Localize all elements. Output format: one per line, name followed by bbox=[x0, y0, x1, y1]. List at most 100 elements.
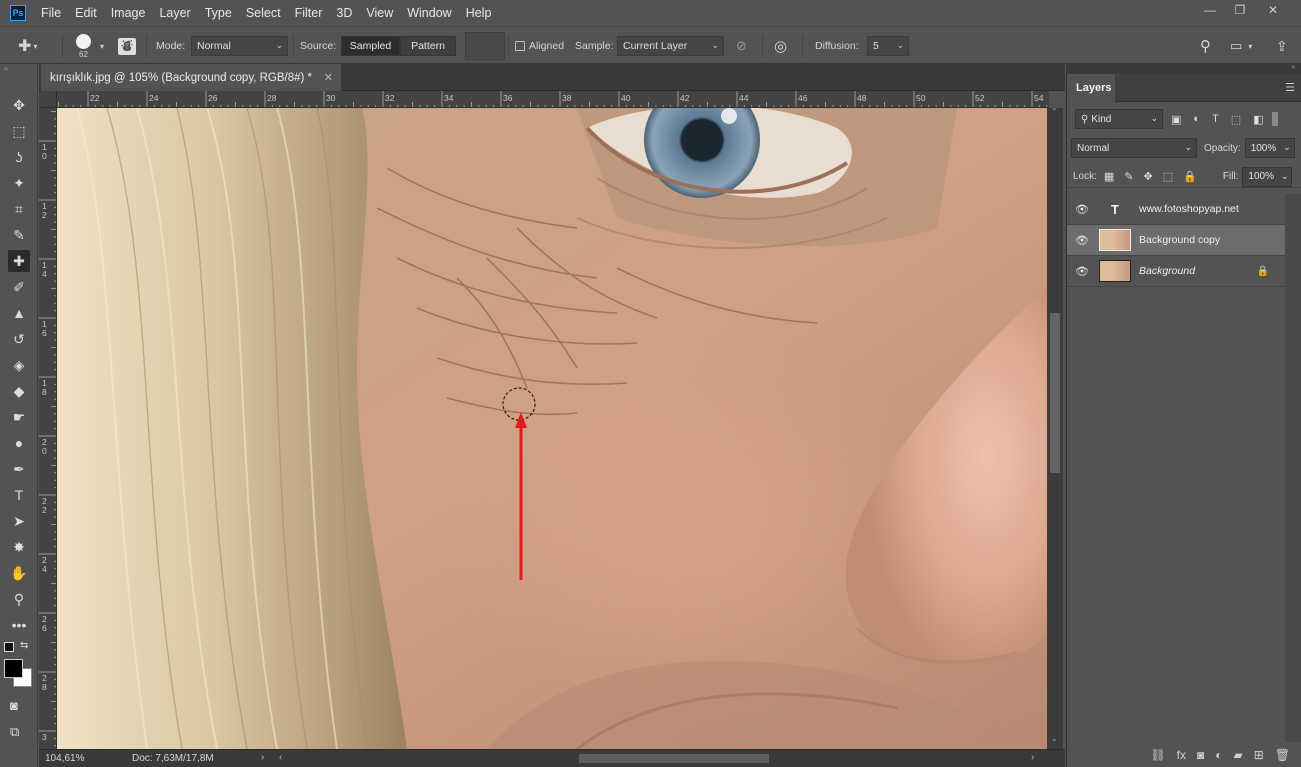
scroll-up-icon[interactable]: ⌃ bbox=[1051, 107, 1058, 116]
collapse-panel-icon[interactable]: » bbox=[1291, 64, 1295, 71]
menu-view[interactable]: View bbox=[359, 0, 400, 26]
mode-select[interactable]: Normal ⌄ bbox=[191, 36, 288, 56]
lasso-tool-icon[interactable]: ʖ bbox=[8, 146, 30, 168]
menu-filter[interactable]: Filter bbox=[288, 0, 330, 26]
eraser-icon[interactable]: ◈ bbox=[8, 354, 30, 376]
dodge-icon[interactable]: ● bbox=[8, 432, 30, 454]
diffusion-select[interactable]: 5 ⌄ bbox=[867, 36, 909, 56]
horizontal-ruler[interactable]: 22 24 26 28 30 32 34 36 38 40 42 44 46 48 50 52 54 bbox=[57, 91, 1049, 108]
history-brush-icon[interactable]: ↺ bbox=[8, 328, 30, 350]
menu-3d[interactable]: 3D bbox=[329, 0, 359, 26]
aligned-checkbox[interactable]: Aligned bbox=[515, 27, 564, 65]
brush-dropdown-icon[interactable]: ▾ bbox=[100, 27, 104, 65]
document-tab[interactable]: kırışıklık.jpg @ 105% (Background copy, … bbox=[41, 64, 341, 91]
scroll-left-icon[interactable]: ‹ bbox=[279, 752, 282, 763]
menu-window[interactable]: Window bbox=[400, 0, 458, 26]
panel-menu-icon[interactable]: ☰ bbox=[1285, 81, 1295, 94]
swap-colors-icon[interactable]: ⇆ bbox=[20, 640, 28, 651]
magic-wand-icon[interactable]: ✦ bbox=[8, 172, 30, 194]
vertical-scroll-thumb[interactable] bbox=[1050, 313, 1060, 473]
filter-smart-object-icon[interactable]: ◧ bbox=[1253, 113, 1263, 126]
clone-source-panel-icon[interactable]: ⛇ bbox=[118, 27, 136, 65]
eye-icon[interactable]: 👁 bbox=[1067, 234, 1097, 247]
layers-scrollbar[interactable] bbox=[1285, 194, 1301, 742]
filter-adjustment-icon[interactable]: ◐ bbox=[1193, 113, 1200, 126]
opacity-input[interactable]: 100% ⌄ bbox=[1244, 138, 1295, 158]
filter-pixel-icon[interactable]: ▣ bbox=[1171, 113, 1181, 126]
lock-transparent-icon[interactable]: ▦ bbox=[1104, 170, 1114, 183]
vertical-scrollbar[interactable]: ⌃ ⌄ bbox=[1047, 107, 1063, 749]
quick-mask-icon[interactable]: ◙ bbox=[10, 698, 18, 713]
source-sampled-button[interactable]: Sampled bbox=[341, 36, 400, 56]
source-pattern-button[interactable]: Pattern bbox=[400, 36, 456, 56]
crop-tool-icon[interactable]: ⌗ bbox=[8, 198, 30, 220]
lock-image-icon[interactable]: ✎ bbox=[1124, 170, 1133, 183]
layer-row[interactable]: 👁 Background 🔒 bbox=[1067, 256, 1285, 287]
layer-row[interactable]: 👁 Background copy bbox=[1067, 225, 1285, 256]
scroll-down-icon[interactable]: ⌄ bbox=[1051, 734, 1058, 743]
filter-kind-select[interactable]: ⚲ Kind ⌄ bbox=[1075, 109, 1163, 129]
link-icon[interactable]: ⛓ bbox=[1150, 748, 1165, 762]
lock-position-icon[interactable]: ✥ bbox=[1144, 170, 1153, 183]
foreground-color-swatch[interactable] bbox=[4, 659, 23, 678]
smudge-icon[interactable]: ☛ bbox=[8, 406, 30, 428]
more-tools-icon[interactable]: ••• bbox=[8, 614, 30, 636]
group-folder-icon[interactable]: ▰ bbox=[1233, 748, 1242, 762]
menu-type[interactable]: Type bbox=[198, 0, 239, 26]
blend-mode-select[interactable]: Normal ⌄ bbox=[1071, 138, 1197, 158]
lock-artboard-icon[interactable]: ⬚ bbox=[1163, 170, 1173, 183]
path-selection-icon[interactable]: ➤ bbox=[8, 510, 30, 532]
menu-image[interactable]: Image bbox=[104, 0, 153, 26]
search-icon[interactable]: ⚲ bbox=[1200, 27, 1211, 65]
fill-input[interactable]: 100% ⌄ bbox=[1242, 166, 1293, 187]
share-icon[interactable]: ⇪ bbox=[1276, 27, 1288, 65]
eye-icon[interactable]: 👁 bbox=[1067, 265, 1097, 278]
close-tab-icon[interactable]: ✕ bbox=[324, 71, 333, 84]
marquee-tool-icon[interactable]: ⬚ bbox=[8, 120, 30, 142]
collapse-toolbar-icon[interactable]: » bbox=[4, 66, 8, 73]
pen-tool-icon[interactable]: ✒ bbox=[8, 458, 30, 480]
eye-icon[interactable]: 👁 bbox=[1067, 203, 1097, 216]
fx-icon[interactable]: fx bbox=[1177, 748, 1186, 762]
mask-icon[interactable]: ◙ bbox=[1197, 748, 1204, 762]
custom-shape-icon[interactable]: ✸ bbox=[8, 536, 30, 558]
healing-brush-icon[interactable]: ✚ bbox=[8, 250, 30, 272]
trash-icon[interactable]: 🗑 bbox=[1275, 748, 1290, 762]
paint-bucket-icon[interactable]: ◆ bbox=[8, 380, 30, 402]
clone-stamp-icon[interactable]: ▲ bbox=[8, 302, 30, 324]
pattern-picker[interactable] bbox=[465, 32, 505, 60]
screen-mode-icon[interactable]: ⧉ bbox=[10, 724, 19, 740]
default-colors-icon[interactable] bbox=[4, 642, 14, 652]
zoom-level[interactable]: 104,61% bbox=[45, 753, 84, 764]
filter-shape-icon[interactable]: ⬚ bbox=[1231, 113, 1241, 126]
menu-select[interactable]: Select bbox=[239, 0, 288, 26]
vertical-ruler[interactable]: 1 0 1 2 1 4 1 6 1 8 2 0 2 2 2 4 2 6 2 8 3 bbox=[39, 108, 57, 749]
document-canvas[interactable] bbox=[57, 108, 1047, 749]
tab-layers[interactable]: Layers bbox=[1067, 74, 1115, 102]
zoom-tool-icon[interactable]: ⚲ bbox=[8, 588, 30, 610]
workspace-icon[interactable]: ▭ ▾ bbox=[1230, 27, 1252, 65]
hand-tool-icon[interactable]: ✋ bbox=[8, 562, 30, 584]
filter-toggle[interactable] bbox=[1271, 112, 1278, 126]
menu-layer[interactable]: Layer bbox=[152, 0, 197, 26]
ignore-adjustment-layers-icon[interactable]: ⊘ bbox=[736, 27, 747, 65]
menu-file[interactable]: File bbox=[34, 0, 68, 26]
lock-all-icon[interactable]: 🔒 bbox=[1183, 170, 1197, 183]
layer-row[interactable]: 👁 T www.fotoshopyap.net bbox=[1067, 194, 1285, 225]
menu-edit[interactable]: Edit bbox=[68, 0, 104, 26]
minimize-icon[interactable]: — bbox=[1195, 0, 1225, 22]
scroll-right-icon[interactable]: › bbox=[1031, 752, 1034, 763]
brush-tool-icon[interactable]: ✐ bbox=[8, 276, 30, 298]
type-tool-icon[interactable]: T bbox=[8, 484, 30, 506]
sample-select[interactable]: Current Layer ⌄ bbox=[617, 36, 724, 56]
filter-type-icon[interactable]: T bbox=[1212, 113, 1219, 126]
eyedropper-icon[interactable]: ✎ bbox=[8, 224, 30, 246]
restore-icon[interactable]: ❐ bbox=[1225, 0, 1255, 22]
menu-help[interactable]: Help bbox=[459, 0, 499, 26]
new-layer-icon[interactable]: ⊞ bbox=[1254, 748, 1264, 762]
brush-size-picker[interactable]: 62 bbox=[76, 27, 91, 65]
status-menu-icon[interactable]: › bbox=[261, 752, 264, 763]
healing-brush-preset-icon[interactable]: ✚ ▾ bbox=[18, 27, 37, 65]
horizontal-scroll-thumb[interactable] bbox=[579, 754, 769, 763]
move-tool-icon[interactable]: ✥ bbox=[8, 94, 30, 116]
